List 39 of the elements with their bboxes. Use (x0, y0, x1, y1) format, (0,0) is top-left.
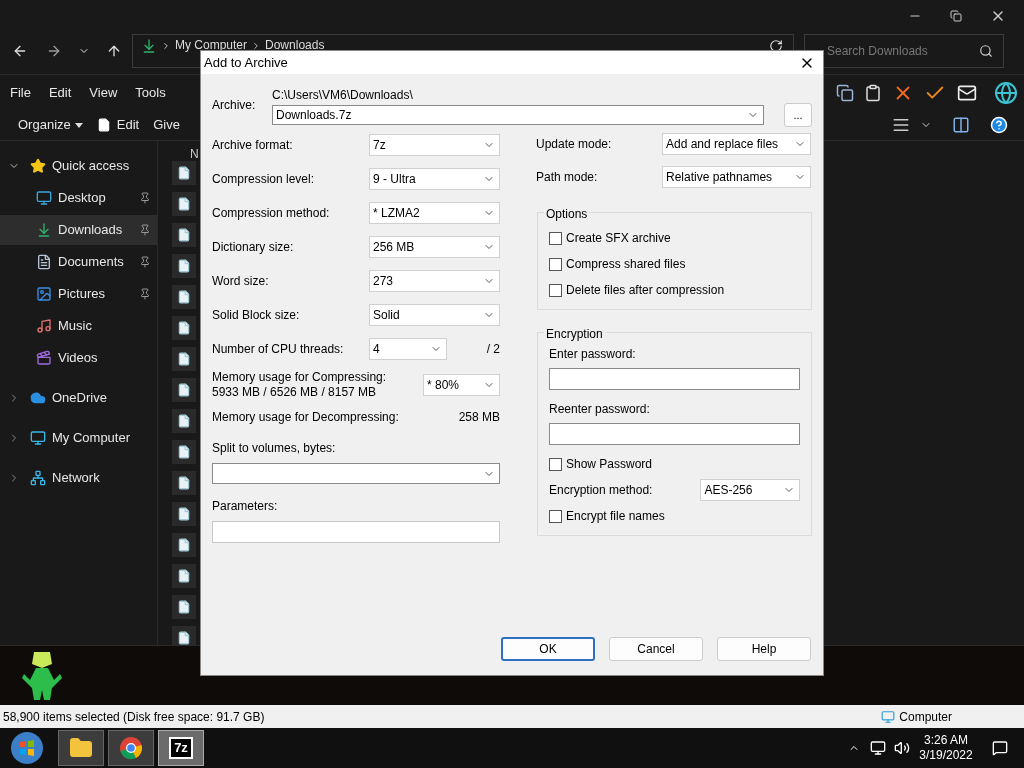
sidebar-label: Network (52, 469, 101, 488)
field-label: Solid Block size: (212, 307, 301, 324)
sidebar-label: Desktop (58, 189, 107, 208)
status-text: 58,900 items selected (Disk free space: 91.7 GB) (3, 708, 266, 726)
field-label: Number of CPU threads: (212, 341, 345, 358)
sidebar-label: Downloads (58, 221, 124, 240)
field-label: Enter password: (549, 346, 637, 363)
archive-path: C:\Users\VM6\Downloads\ (272, 88, 414, 102)
sidebar-label: Music (58, 317, 93, 336)
field-label: Memory usage for Decompressing: (212, 409, 400, 426)
checkbox-label: Show Password (566, 456, 653, 473)
field-label: Path mode: (536, 169, 599, 186)
thread-count: / 2 (485, 341, 500, 358)
field-label: Archive: (212, 97, 257, 114)
sidebar-label: My Computer (52, 429, 132, 448)
sidebar-label: OneDrive (52, 389, 108, 408)
field-label: Encryption method: (549, 482, 654, 499)
sidebar-label: Quick access (52, 157, 131, 176)
checkbox-label: Create SFX archive (566, 230, 671, 247)
field-label: Memory usage for Compressing: (212, 370, 388, 385)
sidebar-label: Videos (58, 349, 99, 368)
checkbox-label: Encrypt file names (566, 508, 665, 525)
field-label: Compression method: (212, 205, 331, 222)
field-label: Split to volumes, bytes: (212, 440, 337, 457)
memory-values: 5933 MB / 6526 MB / 8157 MB (212, 385, 378, 400)
field-label: Archive format: (212, 137, 294, 154)
dialog-title: Add to Archive (204, 53, 289, 72)
checkbox-label: Compress shared files (566, 256, 686, 273)
status-zone: Computer (899, 708, 952, 726)
sidebar-label: Documents (58, 253, 125, 272)
checkbox-label: Delete files after compression (566, 282, 725, 299)
memory-value: 258 MB (458, 409, 500, 426)
sidebar-label: Pictures (58, 285, 106, 304)
field-label: Compression level: (212, 171, 316, 188)
field-label: Dictionary size: (212, 239, 295, 256)
field-label: Word size: (212, 273, 270, 290)
field-label: Reenter password: (549, 401, 651, 418)
field-label: Update mode: (536, 136, 613, 153)
field-label: Parameters: (212, 498, 279, 515)
